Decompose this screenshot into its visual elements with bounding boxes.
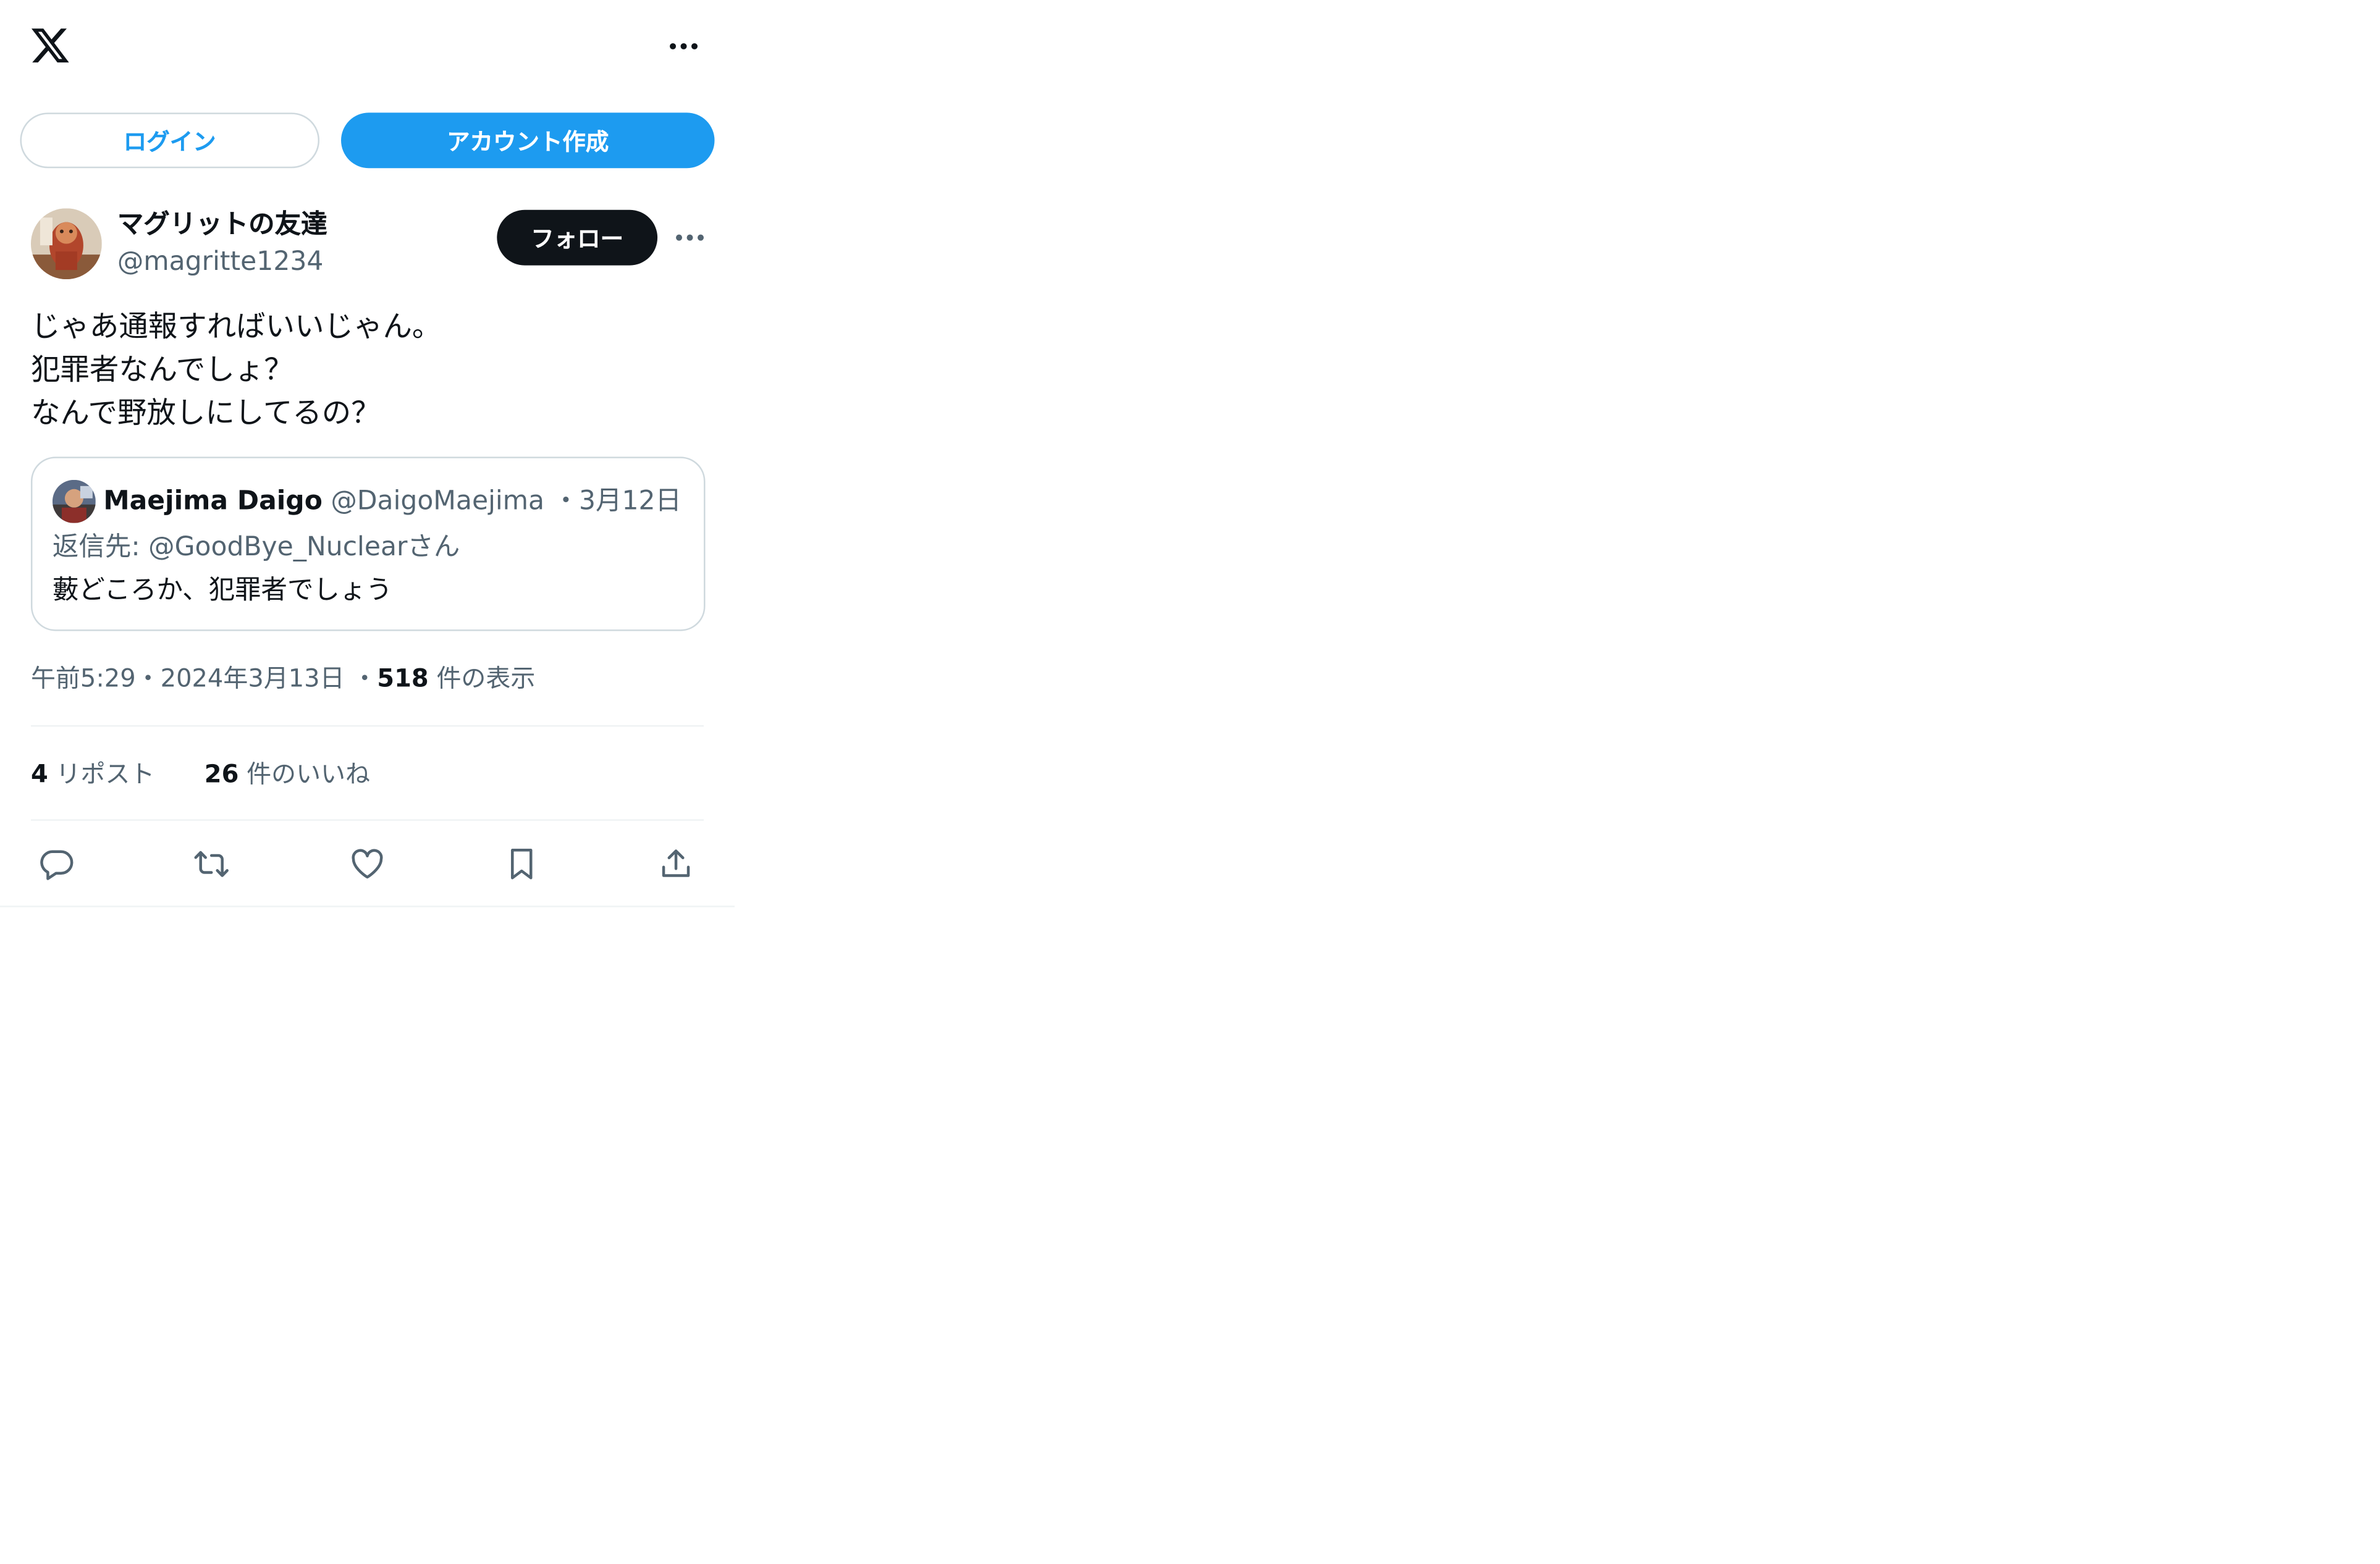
separator: ・ — [352, 663, 378, 693]
reply-icon[interactable] — [37, 844, 77, 884]
likes-count[interactable]: 26 — [205, 759, 239, 788]
post-stats: 4 リポスト 26 件のいいね — [31, 756, 370, 793]
post-meta: 午前5:29・2024年3月13日 ・518 件の表示 — [31, 660, 535, 697]
post-text: じゃあ通報すればいいじゃん。 犯罪者なんでしょ？ なんで野放しにしてるの？ — [31, 306, 710, 435]
divider — [30, 725, 704, 727]
bookmark-icon[interactable] — [502, 844, 542, 884]
follow-button[interactable]: フォロー — [497, 209, 658, 266]
quoted-reply-to: 返信先: @GoodBye_Nuclearさん — [52, 532, 460, 563]
views-count: 518 — [377, 663, 429, 693]
x-logo-icon[interactable] — [28, 25, 72, 66]
separator: ・ — [552, 486, 580, 517]
quoted-author-name: Maejima Daigo — [103, 486, 323, 517]
separator: ・ — [135, 663, 161, 693]
signup-button[interactable]: アカウント作成 — [341, 112, 715, 169]
quoted-author-handle: @DaigoMaejima — [331, 486, 545, 517]
quoted-text: 藪どころか、犯罪者でしょう — [52, 575, 392, 607]
avatar[interactable] — [30, 208, 102, 280]
login-button[interactable]: ログイン — [20, 112, 320, 169]
post-date[interactable]: 2024年3月13日 — [161, 663, 345, 692]
quoted-header: Maejima Daigo @DaigoMaejima ・3月12日 — [103, 483, 682, 520]
reposts-count[interactable]: 4 — [31, 759, 48, 788]
likes-label[interactable]: 件のいいね — [247, 759, 370, 788]
quoted-date: 3月12日 — [579, 486, 682, 517]
like-icon[interactable] — [347, 844, 387, 884]
divider — [30, 819, 704, 821]
tweet-page: ログイン アカウント作成 マグリットの友達 @magritte1234 フォロー… — [0, 0, 735, 910]
share-icon[interactable] — [656, 844, 696, 884]
post-text-line: じゃあ通報すればいいじゃん。 — [30, 310, 442, 345]
divider — [0, 906, 735, 907]
post-time[interactable]: 午前5:29 — [31, 663, 136, 692]
post-text-line: 犯罪者なんでしょ？ — [30, 353, 293, 387]
post-text-line: なんで野放しにしてるの？ — [30, 396, 381, 431]
author-handle[interactable]: @magritte1234 — [117, 245, 324, 279]
quoted-post-card[interactable]: Maejima Daigo @DaigoMaejima ・3月12日 返信先: … — [30, 456, 706, 631]
more-icon[interactable] — [664, 31, 704, 62]
views-label: 件の表示 — [436, 663, 536, 693]
reposts-label[interactable]: リポスト — [56, 759, 155, 788]
quoted-avatar — [52, 479, 96, 523]
author-name[interactable]: マグリットの友達 — [117, 208, 327, 242]
post-more-icon[interactable] — [670, 222, 710, 253]
repost-icon[interactable] — [192, 844, 232, 884]
